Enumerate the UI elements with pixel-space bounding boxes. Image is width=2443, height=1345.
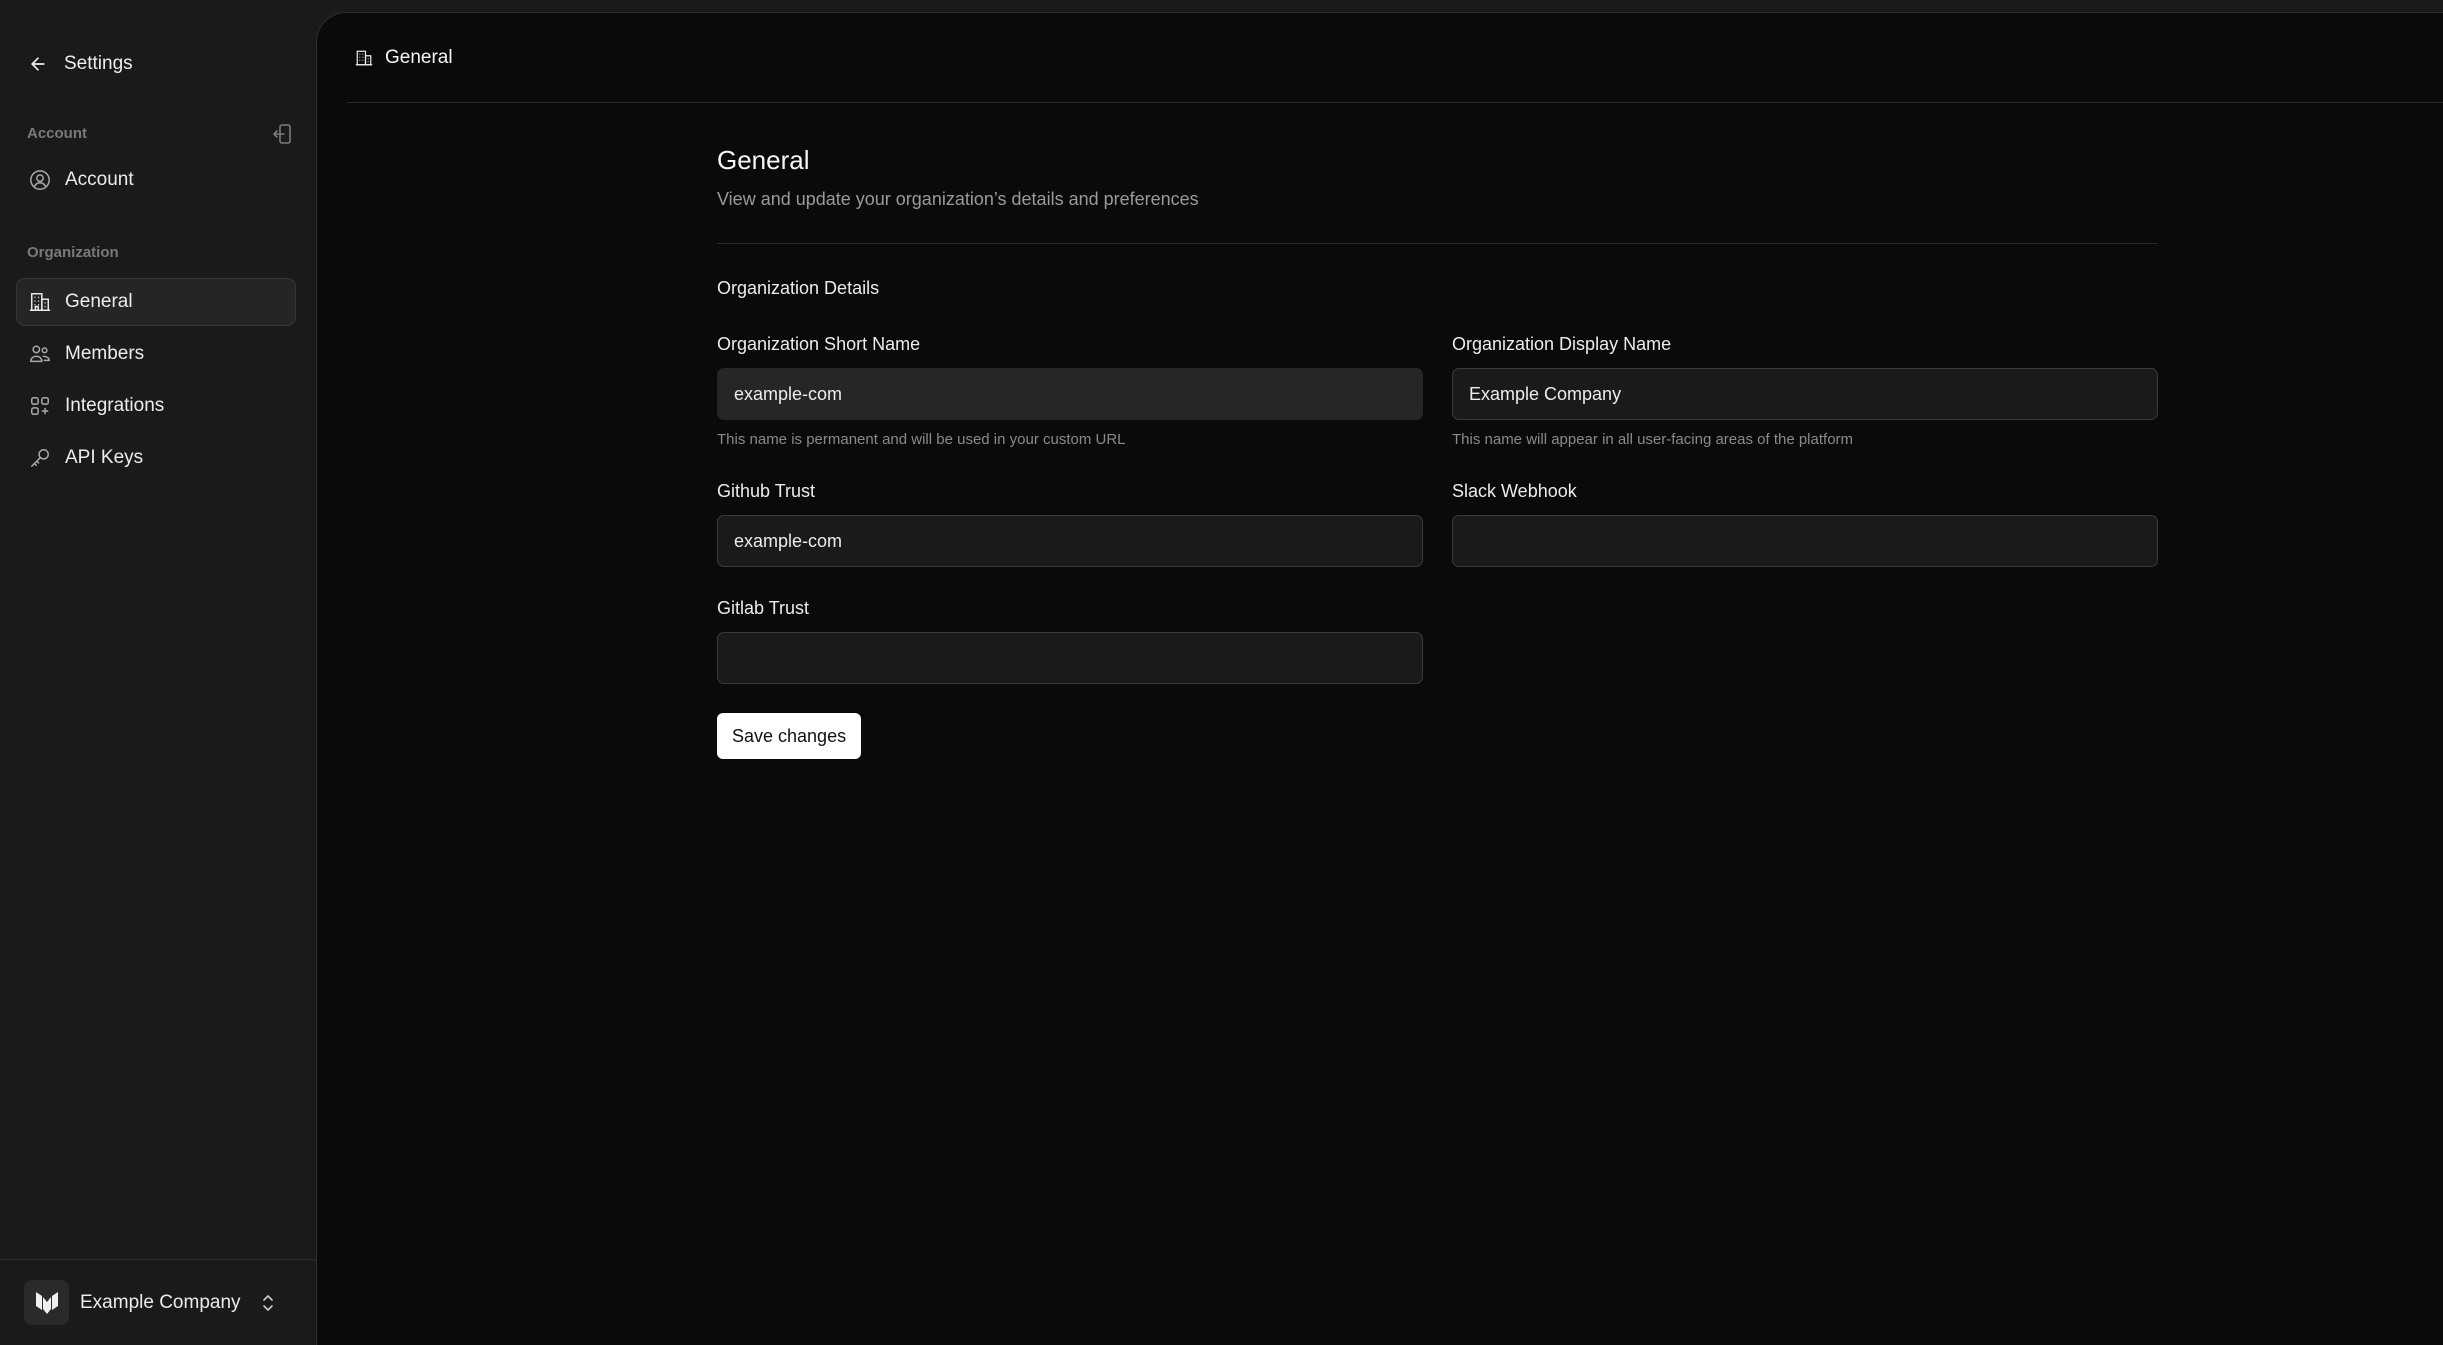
field-label: Slack Webhook <box>1452 481 1577 501</box>
github-trust-input[interactable] <box>717 515 1423 567</box>
save-changes-button[interactable]: Save changes <box>717 713 862 759</box>
github-trust-field: Github Trust <box>717 480 1423 567</box>
page-header: General <box>347 13 2443 103</box>
main-panel: General General View and update your org… <box>316 12 2443 1345</box>
header-title: General <box>355 47 453 69</box>
org-switcher[interactable]: Example Company <box>0 1259 316 1345</box>
short-name-field: Organization Short Name This name is per… <box>717 333 1423 448</box>
logout-icon <box>273 124 291 144</box>
slack-webhook-input[interactable] <box>1452 515 2158 567</box>
user-circle-icon <box>30 170 50 190</box>
section-label-account: Account <box>27 125 87 142</box>
org-logo <box>24 1280 69 1325</box>
section-title: Organization Details <box>717 278 880 298</box>
sidebar-item-account[interactable]: Account <box>16 156 296 204</box>
sidebar-item-members[interactable]: Members <box>16 330 296 378</box>
settings-app: Settings Account Account Organization Ge… <box>0 0 2443 1345</box>
key-icon <box>31 449 49 467</box>
gitlab-trust-field: Gitlab Trust <box>717 597 1423 684</box>
sidebar-item-label: Account <box>65 169 134 190</box>
sidebar-item-general[interactable]: General <box>16 278 296 326</box>
gitlab-trust-input[interactable] <box>717 632 1423 684</box>
field-hint: This name will appear in all user-facing… <box>1452 431 1854 448</box>
sidebar-item-label: General <box>65 291 133 312</box>
field-label: Organization Short Name <box>717 334 921 354</box>
section-divider <box>717 243 2158 244</box>
field-hint: This name is permanent and will be used … <box>717 431 1126 448</box>
sidebar-item-label: Integrations <box>65 395 165 416</box>
section-label-organization: Organization <box>27 244 119 261</box>
logout-button[interactable] <box>270 122 294 146</box>
back-link-label: Settings <box>64 53 133 74</box>
building-icon <box>29 293 51 311</box>
header-title-text: General <box>385 47 453 68</box>
back-to-settings-link[interactable]: Settings <box>28 50 133 78</box>
users-icon <box>30 345 50 363</box>
field-label: Gitlab Trust <box>717 598 810 618</box>
sidebar-item-label: Members <box>65 343 145 364</box>
display-name-input[interactable] <box>1452 368 2158 420</box>
sidebar: Settings Account Account Organization Ge… <box>0 0 316 1345</box>
short-name-input[interactable] <box>717 368 1423 420</box>
display-name-field: Organization Display Name This name will… <box>1452 333 2158 448</box>
slack-webhook-field: Slack Webhook <box>1452 480 2158 567</box>
field-label: Organization Display Name <box>1452 334 1672 354</box>
sidebar-item-integrations[interactable]: Integrations <box>16 382 296 430</box>
page-subtitle: View and update your organization’s deta… <box>717 189 1199 209</box>
sidebar-item-label: API Keys <box>65 447 144 468</box>
chevrons-up-down-icon <box>263 1295 273 1311</box>
org-name: Example Company <box>80 1291 241 1313</box>
page-title: General <box>717 145 810 175</box>
field-label: Github Trust <box>717 481 816 501</box>
building-icon <box>355 50 373 66</box>
sidebar-item-api-keys[interactable]: API Keys <box>16 434 296 482</box>
integrations-icon <box>31 397 49 415</box>
arrow-left-icon <box>31 57 45 71</box>
company-logo-icon <box>35 1291 58 1314</box>
